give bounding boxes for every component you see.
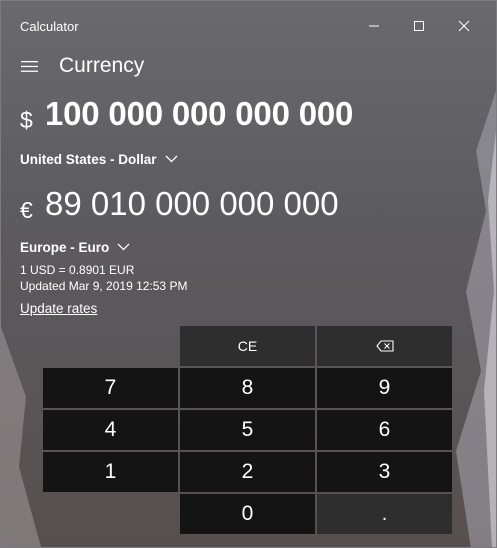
- from-currency-symbol: $: [20, 107, 33, 133]
- rate-updated-text: Updated Mar 9, 2019 12:53 PM: [20, 279, 188, 293]
- mode-title: Currency: [59, 54, 145, 77]
- from-currency-label: United States - Dollar: [20, 151, 157, 167]
- digit-0-button[interactable]: 0: [180, 494, 315, 534]
- minimize-button[interactable]: [351, 1, 397, 51]
- update-rates-link[interactable]: Update rates: [20, 301, 97, 316]
- close-icon: [458, 20, 470, 32]
- to-currency-label: Europe - Euro: [20, 239, 110, 255]
- chevron-down-icon: [165, 155, 177, 163]
- clear-entry-button[interactable]: CE: [180, 326, 315, 366]
- digit-1-button[interactable]: 1: [43, 452, 178, 492]
- digit-2-label: 2: [241, 460, 254, 483]
- decimal-point-button[interactable]: .: [317, 494, 452, 534]
- digit-8-label: 8: [241, 376, 254, 399]
- digit-6-button[interactable]: 6: [317, 410, 452, 450]
- exchange-rate-text: 1 USD = 0.8901 EUR: [20, 263, 135, 277]
- backspace-button[interactable]: [317, 326, 452, 366]
- navigation-menu-button[interactable]: [16, 55, 42, 77]
- digit-0-label: 0: [241, 502, 254, 525]
- to-currency-symbol: €: [20, 197, 33, 223]
- digit-3-label: 3: [378, 460, 391, 483]
- digit-7-button[interactable]: 7: [43, 368, 178, 408]
- digit-8-button[interactable]: 8: [180, 368, 315, 408]
- digit-1-label: 1: [104, 460, 117, 483]
- digit-9-label: 9: [378, 376, 391, 399]
- digit-3-button[interactable]: 3: [317, 452, 452, 492]
- decimal-point-label: .: [381, 502, 388, 525]
- digit-6-label: 6: [378, 418, 391, 441]
- app-title: Calculator: [20, 19, 79, 34]
- minimize-icon: [369, 25, 379, 27]
- digit-4-label: 4: [104, 418, 117, 441]
- digit-2-button[interactable]: 2: [180, 452, 315, 492]
- calculator-window: Calculator Currency $ 100 000 000 000 00…: [0, 0, 497, 548]
- from-currency-dropdown[interactable]: United States - Dollar: [20, 149, 178, 169]
- to-currency-dropdown[interactable]: Europe - Euro: [20, 237, 130, 257]
- digit-5-button[interactable]: 5: [180, 410, 315, 450]
- title-bar[interactable]: Calculator: [1, 1, 496, 51]
- clear-entry-label: CE: [237, 338, 258, 354]
- backspace-icon: [375, 340, 394, 352]
- maximize-icon: [414, 21, 424, 31]
- digit-4-button[interactable]: 4: [43, 410, 178, 450]
- maximize-button[interactable]: [396, 1, 442, 51]
- from-value-display[interactable]: 100 000 000 000 000: [45, 95, 353, 133]
- to-value-display[interactable]: 89 010 000 000 000: [45, 185, 339, 223]
- digit-9-button[interactable]: 9: [317, 368, 452, 408]
- chevron-down-icon: [117, 243, 130, 251]
- digit-7-label: 7: [104, 376, 117, 399]
- digit-5-label: 5: [241, 418, 254, 441]
- close-button[interactable]: [441, 1, 487, 51]
- hamburger-menu-icon: [20, 60, 38, 72]
